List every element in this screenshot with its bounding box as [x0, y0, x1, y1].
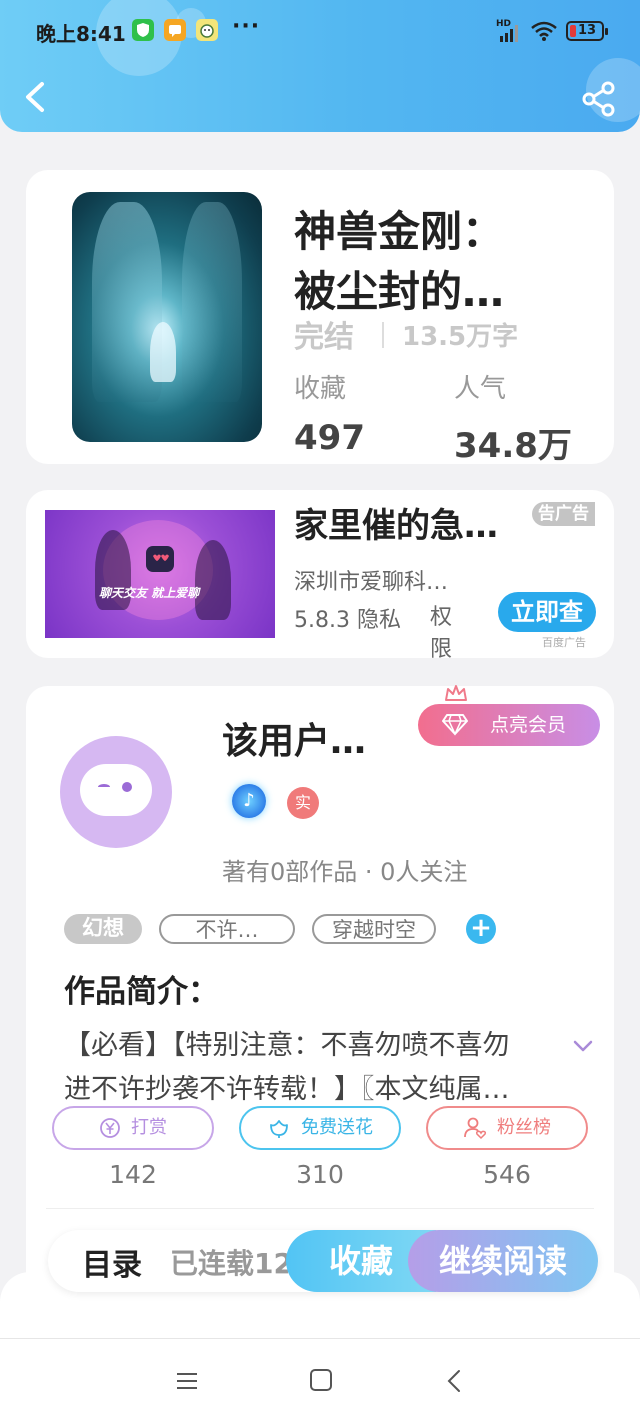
shield-app-icon [132, 19, 154, 41]
app-header: 晚上8:41 ··· HD 13 [0, 0, 640, 132]
nav-back-icon[interactable] [444, 1368, 464, 1394]
battery-icon: 13 [566, 21, 608, 41]
popularity-label: 人气 [454, 374, 507, 404]
flower-icon [270, 1120, 288, 1138]
tag-time-travel[interactable]: 穿越时空 [312, 914, 436, 944]
book-cover[interactable] [72, 192, 262, 442]
battery-level: 13 [578, 23, 597, 38]
book-status: 完结 [294, 320, 354, 355]
more-notifications-icon: ··· [232, 14, 261, 39]
system-navbar [0, 1338, 640, 1422]
mascot-app-icon [196, 19, 218, 41]
table-of-contents-button[interactable]: 目录 [82, 1240, 142, 1284]
book-info-card: 神兽金刚： 被尘封的… 完结 13.5万字 收藏 人气 497 34.8万 [26, 170, 614, 466]
ad-cta-button[interactable]: 立即查 [498, 592, 596, 632]
back-icon[interactable] [18, 78, 54, 116]
avatar[interactable] [60, 736, 172, 848]
ad-slogan: 聊天交友 就上爱聊 [99, 586, 200, 600]
ad-company: 深圳市爱聊科… [294, 570, 449, 595]
word-count: 13.5万字 [402, 322, 519, 352]
tag-fantasy[interactable]: 幻想 [64, 914, 142, 944]
vip-label: 点亮会员 [490, 714, 567, 736]
divider [46, 1208, 594, 1209]
author-card: 该用户… 点亮会员 ♪ 实 著有0部作品 · 0人关注 幻想 不许… 穿越时空 … [26, 685, 614, 1306]
tip-button[interactable]: 打赏 [52, 1106, 214, 1150]
fan-icon [464, 1117, 487, 1140]
intro-heading: 作品简介： [64, 974, 219, 1010]
yuan-icon [100, 1118, 120, 1138]
author-name[interactable]: 该用户… [222, 712, 366, 764]
serial-status: 已连载12 [170, 1247, 288, 1280]
signal-icon [500, 25, 518, 42]
popularity-count: 34.8万 [454, 426, 572, 466]
message-app-icon [164, 19, 186, 41]
menu-icon[interactable] [176, 1371, 198, 1391]
ad-version[interactable]: 5.8.3 隐私 [294, 602, 401, 634]
intro-text[interactable]: 【必看】【特别注意：不喜勿喷不喜勿 进不许抄袭不许转载！】〖本文纯属… [64, 1024, 550, 1112]
author-stats: 著有0部作品 · 0人关注 [222, 858, 468, 886]
ad-card[interactable]: 聊天交友 就上爱聊 家里催的急？… 告广告 深圳市爱聊科… 5.8.3 隐私 权… [26, 490, 614, 662]
ad-source: 百度广告 [542, 636, 586, 649]
diamond-icon [442, 714, 468, 736]
verified-badge[interactable]: 实 [287, 787, 319, 819]
divider [382, 322, 384, 348]
continue-reading-button[interactable]: 继续阅读 [408, 1230, 598, 1292]
ad-image[interactable]: 聊天交友 就上爱聊 [45, 510, 275, 638]
app-logo-icon [146, 546, 174, 572]
share-icon[interactable] [580, 80, 618, 118]
ad-title[interactable]: 家里催的急？… [294, 498, 526, 547]
favorites-label: 收藏 [294, 374, 347, 404]
add-tag-button[interactable]: + [466, 914, 496, 944]
crown-icon [445, 685, 467, 701]
book-title: 神兽金刚： 被尘封的… [294, 207, 505, 316]
fan-ranking-button[interactable]: 粉丝榜 [426, 1106, 588, 1150]
ad-permission[interactable]: 权限 [430, 602, 458, 666]
vip-button[interactable]: 点亮会员 [418, 704, 600, 746]
wifi-icon [531, 21, 557, 41]
bottom-action-bar: 目录 已连载12 收藏 继续阅读 [48, 1230, 598, 1292]
send-flower-button[interactable]: 免费送花 [239, 1106, 401, 1150]
ad-badge[interactable]: 告广告 [532, 502, 595, 526]
tag-restriction[interactable]: 不许… [159, 914, 295, 944]
status-bar: 晚上8:41 ··· HD 13 [0, 0, 640, 62]
fan-count: 546 [483, 1160, 531, 1189]
flower-count: 310 [296, 1160, 344, 1189]
music-badge-icon[interactable]: ♪ [232, 784, 266, 818]
favorites-count: 497 [294, 418, 365, 458]
status-time: 晚上8:41 [36, 22, 126, 46]
tip-count: 142 [109, 1160, 157, 1189]
home-icon[interactable] [310, 1369, 332, 1391]
chevron-down-icon[interactable] [572, 1038, 594, 1054]
